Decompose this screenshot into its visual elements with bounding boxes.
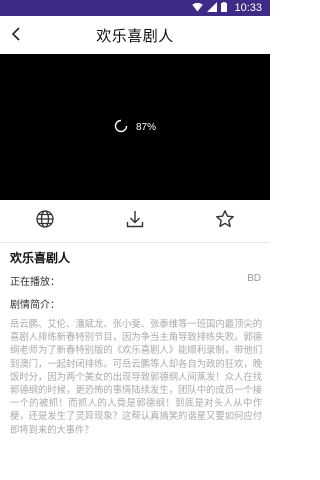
- app-bar: 欢乐喜剧人: [0, 16, 270, 54]
- globe-icon: [35, 209, 55, 233]
- divider: [0, 242, 270, 243]
- favorite-button[interactable]: [180, 200, 270, 242]
- now-playing-source[interactable]: BD: [247, 273, 261, 288]
- status-time: 10:33: [234, 2, 262, 14]
- action-bar: [0, 200, 270, 242]
- wifi-icon: [192, 2, 204, 15]
- status-bar: 10:33: [0, 0, 270, 16]
- show-title: 欢乐喜剧人: [10, 251, 71, 265]
- synopsis-text: 岳云鹏、艾伦、潘斌龙、张小斐、张泰维等一班国内最顶尖的喜剧人排练新春特别节目，因…: [10, 319, 262, 436]
- chevron-left-icon: [10, 26, 22, 45]
- loading-spinner-icon: [114, 118, 128, 137]
- signal-icon: [207, 1, 218, 15]
- now-playing-row: 正在播放： BD: [10, 273, 261, 288]
- page-title: 欢乐喜剧人: [96, 26, 174, 45]
- loading-progress: 87%: [135, 121, 156, 133]
- star-icon: [215, 209, 235, 233]
- synopsis-label: 剧情简介：: [10, 300, 60, 311]
- share-web-button[interactable]: [0, 200, 90, 242]
- now-playing-label: 正在播放：: [10, 277, 60, 288]
- video-player[interactable]: 87%: [0, 54, 270, 200]
- download-icon: [125, 209, 145, 233]
- battery-icon: [221, 1, 228, 15]
- download-button[interactable]: [90, 200, 180, 242]
- back-button[interactable]: [6, 25, 26, 45]
